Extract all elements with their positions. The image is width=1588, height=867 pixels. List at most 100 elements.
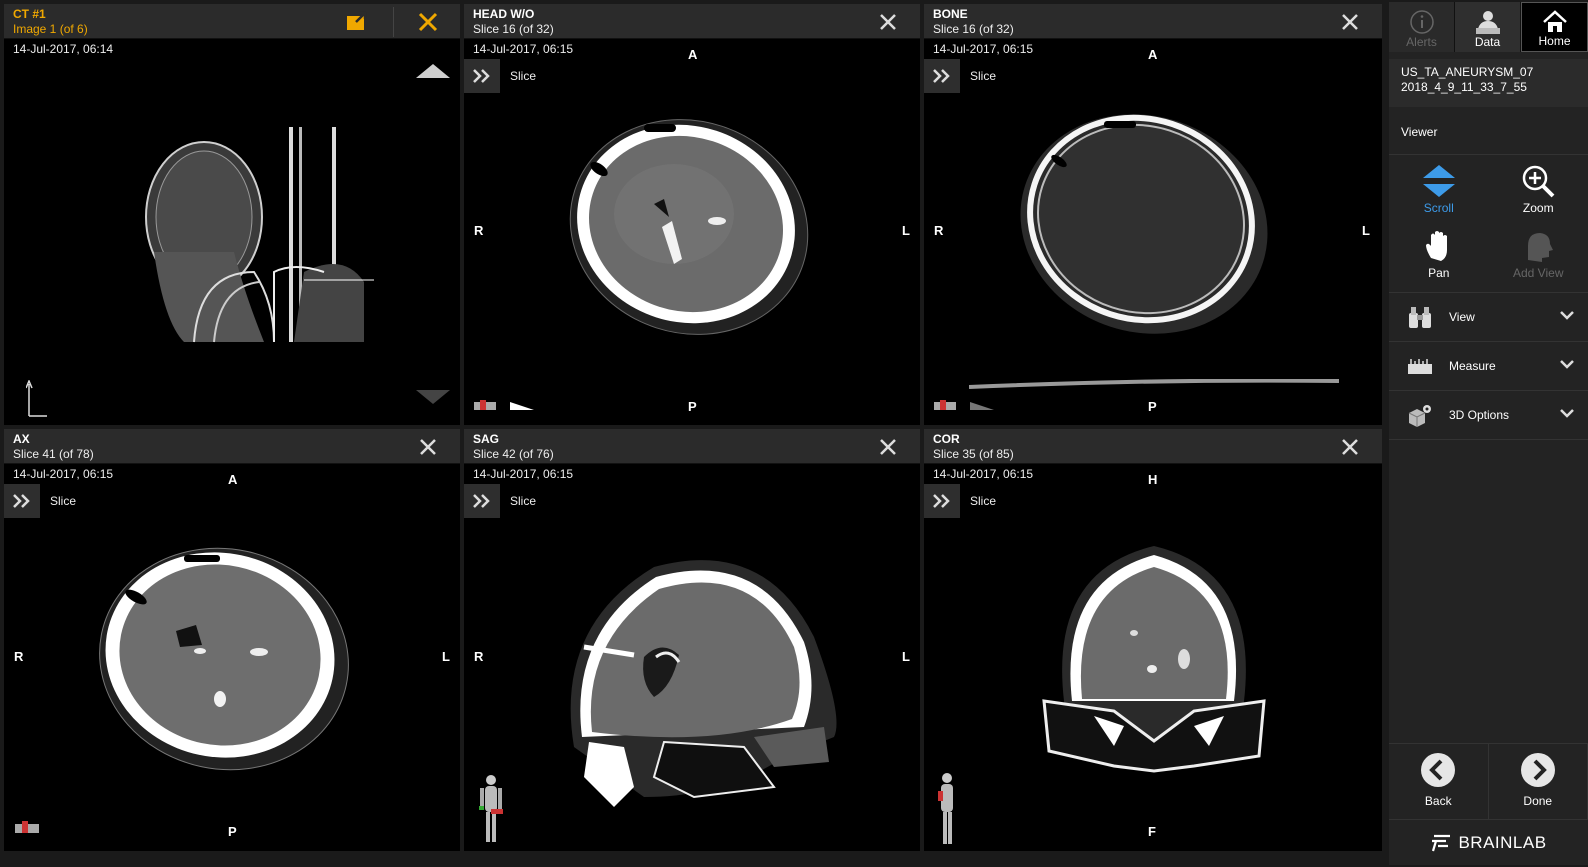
orient-top: H xyxy=(1148,472,1158,487)
slice-control[interactable]: Slice xyxy=(924,484,996,518)
close-icon[interactable] xyxy=(876,435,900,459)
hand-icon xyxy=(1425,230,1447,261)
slice-control[interactable]: Slice xyxy=(464,484,536,518)
panel-title: COR xyxy=(933,432,960,446)
window-level-icon xyxy=(510,397,534,415)
export-icon[interactable] xyxy=(346,11,368,31)
panel-head-wo[interactable]: HEAD W/O Slice 16 (of 32) 14-Jul-2017, 0… xyxy=(464,4,920,425)
close-icon[interactable] xyxy=(1338,435,1362,459)
close-icon[interactable] xyxy=(416,10,440,34)
panel-bone[interactable]: BONE Slice 16 (of 32) 14-Jul-2017, 06:15… xyxy=(924,4,1382,425)
scout-image xyxy=(145,127,374,343)
nav-home-label: Home xyxy=(1538,34,1571,48)
acquisition-date: 14-Jul-2017, 06:14 xyxy=(13,42,114,56)
orient-bottom: F xyxy=(1148,824,1156,839)
forward-arrow-icon xyxy=(1520,753,1555,787)
panel-subtitle: Slice 35 (of 85) xyxy=(933,447,1014,461)
orient-bottom: P xyxy=(688,399,697,414)
body-figure-icon xyxy=(934,771,960,851)
slice-control[interactable]: Slice xyxy=(464,59,536,93)
chevron-down-icon xyxy=(1560,360,1574,369)
alert-info-icon xyxy=(1409,10,1434,34)
nav-alerts-label: Alerts xyxy=(1406,35,1437,49)
brand-name: BRAINLAB xyxy=(1458,832,1547,852)
body-orientation-icon xyxy=(932,398,958,417)
acquisition-date: 14-Jul-2017, 06:15 xyxy=(13,467,114,481)
body-figure-icon xyxy=(476,773,506,850)
panel-ax[interactable]: AX Slice 41 (of 78) 14-Jul-2017, 06:15 S… xyxy=(4,429,460,851)
ct-coronal-slice-image xyxy=(1042,546,1266,773)
panel-sag[interactable]: SAG Slice 42 (of 76) 14-Jul-2017, 06:15 … xyxy=(464,429,920,851)
done-label: Done xyxy=(1523,794,1553,808)
double-chevron-icon[interactable] xyxy=(464,59,500,93)
panel-title: SAG xyxy=(473,432,500,446)
slice-label: Slice xyxy=(510,69,537,83)
panel-header: AX Slice 41 (of 78) xyxy=(4,429,460,464)
panel-title: CT #1 xyxy=(13,7,46,21)
measure-menu[interactable]: Measure xyxy=(1389,342,1588,391)
panel-subtitle: Slice 16 (of 32) xyxy=(473,22,554,36)
zoom-tool[interactable]: Zoom xyxy=(1489,163,1588,227)
nav-data-label: Data xyxy=(1474,35,1501,49)
panel-header: BONE Slice 16 (of 32) xyxy=(924,4,1382,39)
double-chevron-icon[interactable] xyxy=(464,484,500,518)
ct-sagittal-slice-image xyxy=(570,560,837,807)
slice-label: Slice xyxy=(510,494,537,508)
acquisition-date: 14-Jul-2017, 06:15 xyxy=(473,467,574,481)
orient-left: R xyxy=(474,223,484,238)
panel-subtitle: Slice 41 (of 78) xyxy=(13,447,94,461)
axis-indicator-icon xyxy=(25,379,48,423)
panel-subtitle: Slice 42 (of 76) xyxy=(473,447,554,461)
scroll-up-arrow-icon[interactable] xyxy=(416,62,450,83)
double-chevron-icon[interactable] xyxy=(924,484,960,518)
acquisition-date: 14-Jul-2017, 06:15 xyxy=(933,42,1034,56)
add-view-label: Add View xyxy=(1513,265,1564,280)
done-button[interactable]: Done xyxy=(1489,744,1588,819)
close-icon[interactable] xyxy=(416,435,440,459)
double-chevron-icon[interactable] xyxy=(4,484,40,518)
slice-label: Slice xyxy=(50,494,77,508)
close-icon[interactable] xyxy=(1338,10,1362,34)
panel-cor[interactable]: COR Slice 35 (of 85) 14-Jul-2017, 06:15 … xyxy=(924,429,1382,851)
orient-top: A xyxy=(688,47,698,62)
panel-subtitle: Image 1 (of 6) xyxy=(13,22,88,36)
window-level-icon xyxy=(970,397,994,415)
panel-title: AX xyxy=(13,432,30,446)
panel-header: HEAD W/O Slice 16 (of 32) xyxy=(464,4,920,39)
pan-label: Pan xyxy=(1428,265,1450,280)
body-orientation-icon xyxy=(472,398,498,417)
add-view-tool[interactable]: Add View xyxy=(1489,228,1588,292)
study-name-line1: US_TA_ANEURYSM_07 xyxy=(1401,65,1534,79)
pan-tool[interactable]: Pan xyxy=(1389,228,1489,292)
close-icon[interactable] xyxy=(876,10,900,34)
slice-label: Slice xyxy=(970,69,997,83)
double-chevron-icon[interactable] xyxy=(924,59,960,93)
panel-header: COR Slice 35 (of 85) xyxy=(924,429,1382,464)
home-icon xyxy=(1542,10,1567,32)
orient-right: L xyxy=(902,223,910,238)
orient-bottom: P xyxy=(228,824,237,839)
3d-options-label: 3D Options xyxy=(1449,408,1510,422)
panel-ct-scout[interactable]: CT #1 Image 1 (of 6) 14-Jul-2017, 06:14 xyxy=(4,4,460,425)
study-name: US_TA_ANEURYSM_07 2018_4_9_11_33_7_55 xyxy=(1389,59,1588,107)
chevron-down-icon xyxy=(1560,311,1574,320)
ct-axial-slice-image xyxy=(569,119,809,335)
panel-title: HEAD W/O xyxy=(473,7,535,21)
back-button[interactable]: Back xyxy=(1389,744,1489,819)
slice-control[interactable]: Slice xyxy=(4,484,76,518)
brainlab-logo-icon xyxy=(1432,834,1451,851)
viewer-grid: CT #1 Image 1 (of 6) 14-Jul-2017, 06:14 xyxy=(4,4,1382,863)
ct-axial-slice-image xyxy=(99,547,349,771)
nav-home[interactable]: Home xyxy=(1521,2,1588,52)
bottom-navigation: Back Done xyxy=(1389,743,1588,819)
panel-header: CT #1 Image 1 (of 6) xyxy=(4,4,460,39)
nav-alerts[interactable]: Alerts xyxy=(1389,2,1455,52)
table-line xyxy=(968,376,1340,389)
nav-data[interactable]: Data xyxy=(1455,2,1521,52)
scroll-down-arrow-icon[interactable] xyxy=(416,390,450,409)
scroll-tool[interactable]: Scroll xyxy=(1389,163,1489,227)
3d-options-menu[interactable]: 3D Options xyxy=(1389,391,1588,440)
slice-control[interactable]: Slice xyxy=(924,59,996,93)
add-view-head-icon xyxy=(1528,232,1554,262)
view-menu[interactable]: View xyxy=(1389,293,1588,342)
